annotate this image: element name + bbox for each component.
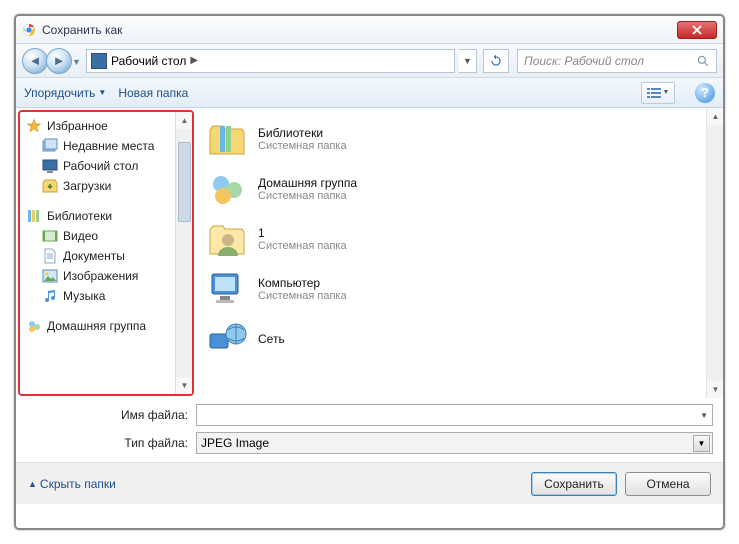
list-item[interactable]: БиблиотекиСистемная папка — [200, 114, 719, 164]
organize-button[interactable]: Упорядочить▼ — [24, 86, 106, 100]
star-icon — [26, 118, 42, 134]
search-input[interactable]: Поиск: Рабочий стол — [517, 49, 717, 73]
forward-button[interactable]: ► — [46, 48, 72, 74]
app-icon — [22, 23, 36, 37]
close-button[interactable] — [677, 21, 717, 39]
view-button[interactable]: ▼ — [641, 82, 675, 104]
titlebar: Сохранить как — [16, 16, 723, 44]
form: Имя файла: ▼ Тип файла: JPEG Image ▼ — [16, 398, 723, 462]
filetype-combo[interactable]: JPEG Image ▼ — [196, 432, 713, 454]
computer-icon — [206, 268, 248, 310]
homegroup-icon — [26, 318, 42, 334]
footer: ▲ Скрыть папки Сохранить Отмена — [16, 462, 723, 504]
list-item[interactable]: Сеть — [200, 314, 719, 364]
sidebar-item-music[interactable]: Музыка — [20, 286, 192, 306]
sidebar-favorites-header[interactable]: Избранное — [20, 116, 192, 136]
libraries-icon — [26, 208, 42, 224]
breadcrumb[interactable]: Рабочий стол ▶ — [86, 49, 455, 73]
chevron-down-icon: ▼ — [663, 89, 670, 96]
sidebar-libraries-header[interactable]: Библиотеки — [20, 206, 192, 226]
help-button[interactable]: ? — [695, 83, 715, 103]
refresh-button[interactable] — [483, 49, 509, 73]
downloads-icon — [42, 178, 58, 194]
sidebar-item-video[interactable]: Видео — [20, 226, 192, 246]
hide-folders-button[interactable]: ▲ Скрыть папки — [28, 477, 116, 491]
desktop-icon — [42, 158, 58, 174]
filename-field[interactable]: ▼ — [196, 404, 713, 426]
filetype-label: Тип файла: — [26, 436, 196, 450]
chevron-right-icon: ▶ — [190, 55, 198, 66]
filename-label: Имя файла: — [26, 408, 196, 422]
breadcrumb-dropdown[interactable]: ▼ — [459, 49, 477, 73]
chevron-up-icon: ▲ — [28, 479, 37, 489]
sidebar-homegroup-header[interactable]: Домашняя группа — [20, 316, 192, 336]
chevron-down-icon[interactable]: ▼ — [693, 435, 710, 452]
desktop-icon — [91, 53, 107, 69]
sidebar-item-desktop[interactable]: Рабочий стол — [20, 156, 192, 176]
chevron-down-icon: ▼ — [98, 88, 106, 97]
view-icon — [647, 87, 661, 99]
window-title: Сохранить как — [42, 23, 122, 37]
libraries-icon — [206, 118, 248, 160]
search-icon — [696, 54, 710, 68]
scroll-down-icon[interactable]: ▼ — [176, 377, 193, 394]
toolbar: Упорядочить▼ Новая папка ▼ ? — [16, 78, 723, 108]
network-icon — [206, 318, 248, 360]
documents-icon — [42, 248, 58, 264]
sidebar-item-downloads[interactable]: Загрузки — [20, 176, 192, 196]
list-item[interactable]: КомпьютерСистемная папка — [200, 264, 719, 314]
sidebar-item-recent[interactable]: Недавние места — [20, 136, 192, 156]
close-icon — [692, 25, 702, 35]
history-dropdown[interactable]: ▼ — [72, 57, 81, 67]
breadcrumb-location: Рабочий стол — [111, 54, 186, 68]
file-list[interactable]: БиблиотекиСистемная папка Домашняя групп… — [196, 108, 723, 398]
recent-icon — [42, 138, 58, 154]
save-button[interactable]: Сохранить — [531, 472, 617, 496]
sidebar-item-pictures[interactable]: Изображения — [20, 266, 192, 286]
nav-row: ◄ ► ▼ Рабочий стол ▶ ▼ Поиск: Рабочий ст… — [16, 44, 723, 78]
user-folder-icon — [206, 218, 248, 260]
scroll-up-icon[interactable]: ▲ — [176, 112, 193, 129]
cancel-button[interactable]: Отмена — [625, 472, 711, 496]
pictures-icon — [42, 268, 58, 284]
back-button[interactable]: ◄ — [22, 48, 48, 74]
homegroup-icon — [206, 168, 248, 210]
video-icon — [42, 228, 58, 244]
refresh-icon — [489, 54, 503, 68]
list-item[interactable]: 1Системная папка — [200, 214, 719, 264]
new-folder-button[interactable]: Новая папка — [118, 86, 188, 100]
save-dialog: Сохранить как ◄ ► ▼ Рабочий стол ▶ ▼ Пои… — [14, 14, 725, 530]
scroll-thumb[interactable] — [178, 142, 191, 222]
music-icon — [42, 288, 58, 304]
body: Избранное Недавние места Рабочий стол За… — [16, 108, 723, 398]
list-item[interactable]: Домашняя группаСистемная папка — [200, 164, 719, 214]
chevron-down-icon[interactable]: ▼ — [700, 411, 708, 420]
main-scrollbar[interactable]: ▲ ▼ — [706, 108, 723, 398]
scroll-down-icon[interactable]: ▼ — [707, 381, 723, 398]
nav-buttons: ◄ ► ▼ — [22, 47, 82, 75]
sidebar-item-documents[interactable]: Документы — [20, 246, 192, 266]
sidebar: Избранное Недавние места Рабочий стол За… — [18, 110, 194, 396]
search-placeholder: Поиск: Рабочий стол — [524, 54, 644, 68]
sidebar-scrollbar[interactable]: ▲ ▼ — [175, 112, 192, 394]
scroll-up-icon[interactable]: ▲ — [707, 108, 723, 125]
